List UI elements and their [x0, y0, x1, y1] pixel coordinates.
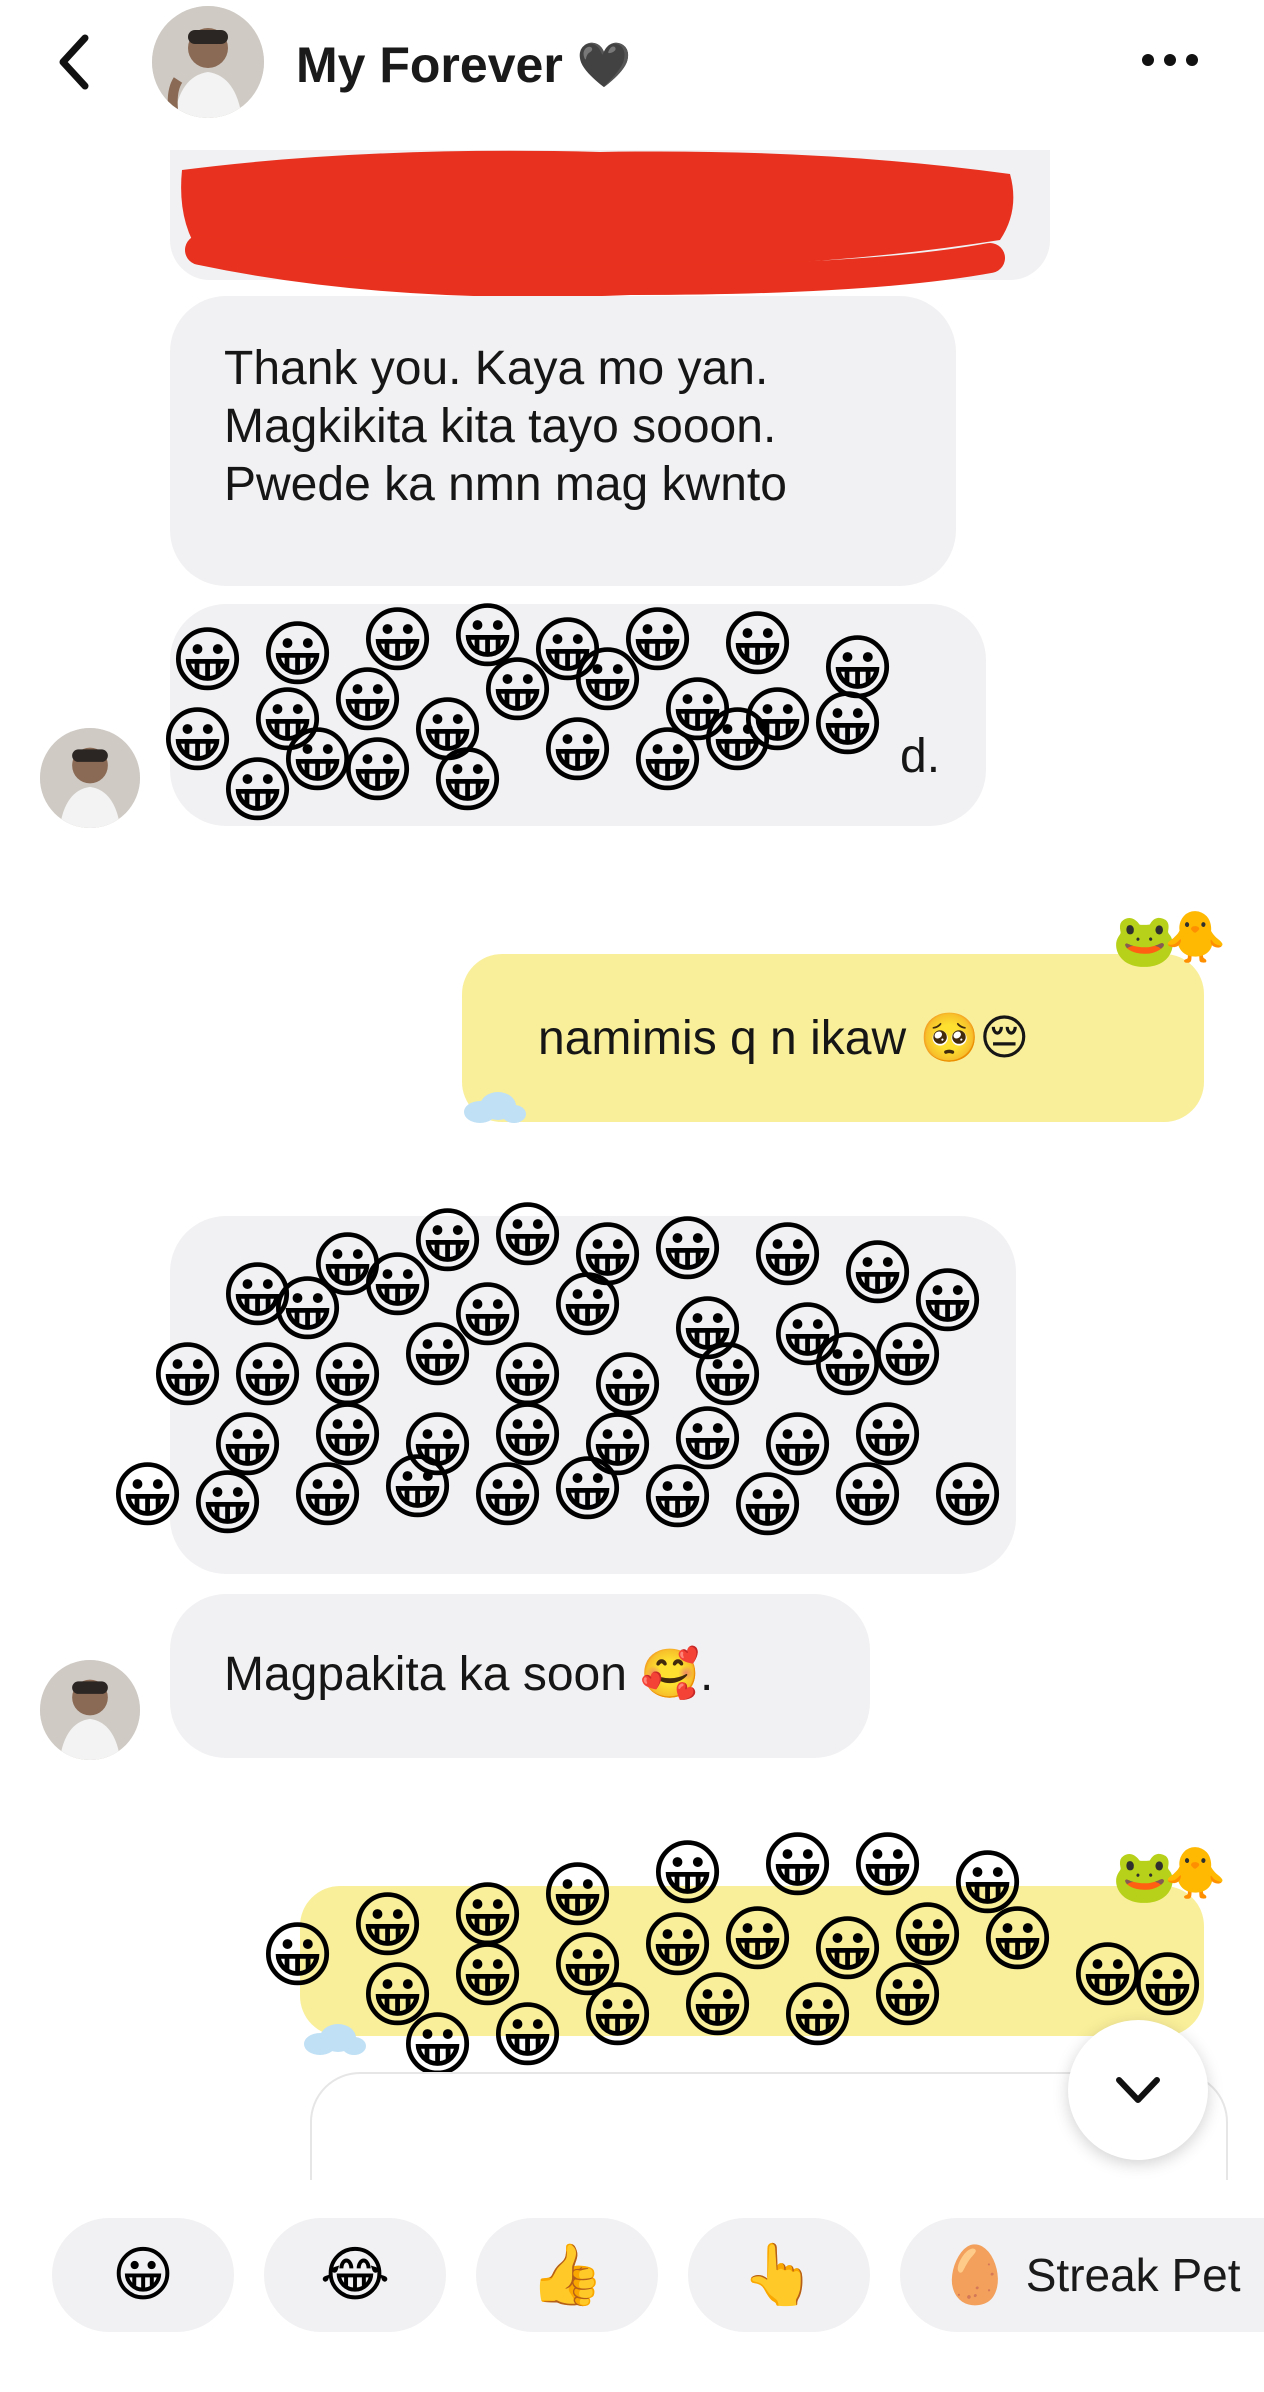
sender-avatar[interactable] — [40, 728, 140, 828]
black-heart-icon: 🖤 — [576, 41, 632, 90]
grin-icon: 😀 — [111, 2241, 175, 2308]
quick-reply-point-up[interactable]: 👆 — [688, 2218, 870, 2332]
egg-icon: 🥚 — [940, 2243, 1010, 2306]
dot — [1186, 54, 1198, 66]
quick-reply-bar: 😀 😂 👍 👆 🥚 Streak Pet — [0, 2180, 1264, 2392]
incoming-message-bubble[interactable]: Magpakita ka soon 🥰. — [170, 1594, 870, 1758]
duck-sticker-icon: 🐥 — [1164, 909, 1227, 965]
incoming-message-bubble[interactable]: Thank you. Kaya mo yan. Magkikita kita t… — [170, 296, 956, 586]
duck-sticker-icon: 🐥 — [1164, 1845, 1227, 1901]
outgoing-message-bubble[interactable]: namimis q n ikaw 🥺😔 — [462, 954, 1204, 1122]
quick-reply-streak-pet[interactable]: 🥚 Streak Pet — [900, 2218, 1264, 2332]
scroll-down-button[interactable] — [1068, 2020, 1208, 2160]
message-text-fragment: d. — [900, 730, 941, 783]
red-redaction-mark — [181, 150, 1014, 297]
contact-name[interactable]: My Forever 🖤 — [296, 36, 632, 94]
chevron-down-icon — [1116, 2077, 1160, 2103]
obscured-outgoing-bubble[interactable] — [300, 1886, 1204, 2036]
cloud-icon — [464, 1092, 526, 1123]
quick-reply-thumbs-up[interactable]: 👍 — [476, 2218, 658, 2332]
quick-reply-laugh[interactable]: 😂 — [264, 2218, 446, 2332]
contact-name-text: My Forever — [296, 37, 563, 93]
streak-pet-label: Streak Pet — [1025, 2249, 1241, 2301]
message-text: Magpakita ka soon 🥰. — [224, 1648, 714, 1701]
tears-of-joy-icon: 😂 — [319, 2241, 391, 2308]
point-up-icon: 👆 — [741, 2241, 817, 2308]
message-text: namimis q n ikaw 🥺😔 — [538, 1012, 1030, 1065]
back-button[interactable] — [40, 22, 110, 102]
sender-avatar[interactable] — [40, 1660, 140, 1760]
quick-reply-grin[interactable]: 😀 — [52, 2218, 234, 2332]
obscured-message-bubble[interactable]: d. — [170, 604, 986, 826]
cloud-icon — [304, 2024, 366, 2055]
message-text: Thank you. Kaya mo yan. Magkikita kita t… — [224, 342, 787, 511]
contact-avatar[interactable] — [152, 6, 264, 118]
chevron-left-icon — [59, 34, 89, 90]
obscured-message-bubble[interactable] — [170, 1216, 1016, 1574]
chat-header: My Forever 🖤 — [0, 0, 1264, 140]
dot — [1164, 54, 1176, 66]
dot — [1142, 54, 1154, 66]
more-options-button[interactable] — [1120, 30, 1220, 90]
thumbs-up-icon: 👍 — [529, 2241, 605, 2308]
